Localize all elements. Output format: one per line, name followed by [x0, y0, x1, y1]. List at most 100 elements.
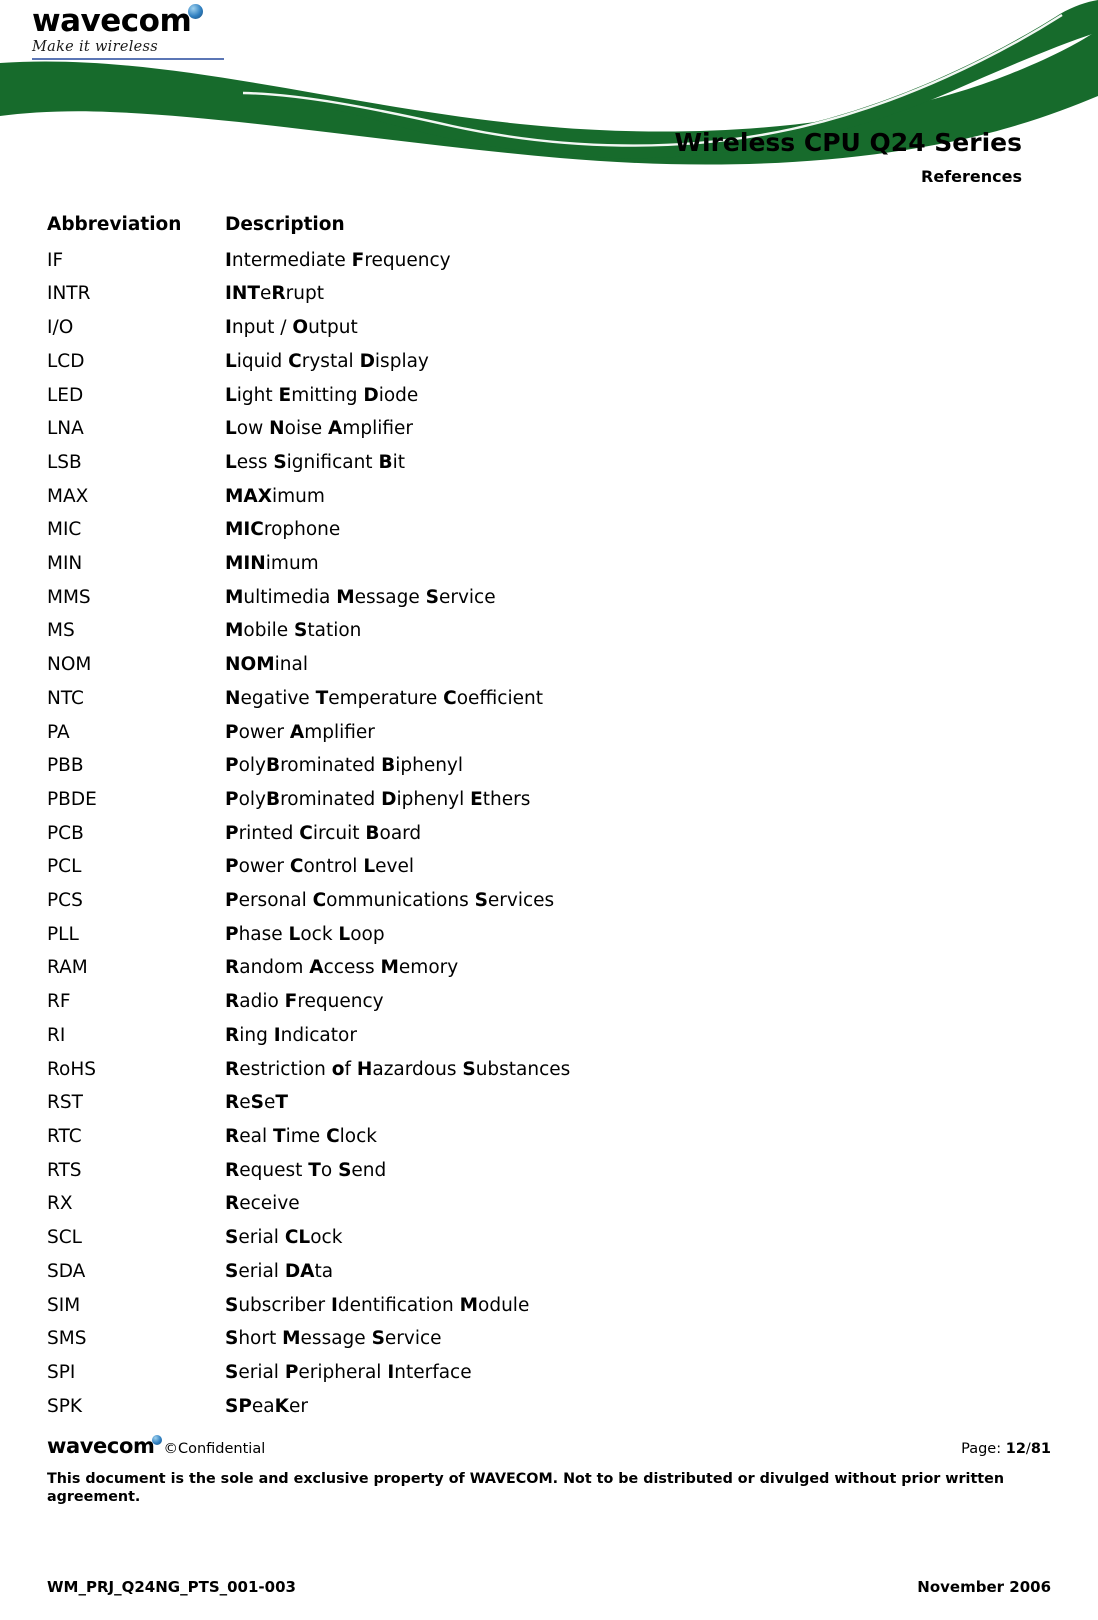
- description-cell: Ring Indicator: [225, 1024, 357, 1046]
- description-cell: INTeRrupt: [225, 283, 324, 305]
- abbreviation-cell: INTR: [47, 283, 91, 305]
- abbreviation-cell: IF: [47, 249, 64, 271]
- table-row: PBDE PolyBrominated Diphenyl Ethers: [47, 783, 1047, 817]
- description-cell: Mobile Station: [225, 620, 362, 642]
- table-row: RoHS Restriction of Hazardous Substances: [47, 1053, 1047, 1087]
- abbreviation-cell: I/O: [47, 317, 74, 339]
- abbreviations-table-body: IF Intermediate Frequency INTR INTeRrupt I/O…: [47, 244, 1047, 1424]
- page-total: 81: [1030, 1441, 1051, 1457]
- table-row: RAM Random Access Memory: [47, 951, 1047, 985]
- table-row: RTS Request To Send: [47, 1154, 1047, 1188]
- document-reference-line: WM_PRJ_Q24NG_PTS_001-003 November 2006: [47, 1578, 1051, 1596]
- description-cell: MICrophone: [225, 519, 341, 541]
- description-cell: Random Access Memory: [225, 957, 459, 979]
- wavecom-wordmark: wavecom: [32, 3, 192, 39]
- table-row: PCL Power Control Level: [47, 850, 1047, 884]
- description-cell: PolyBrominated Biphenyl: [225, 755, 464, 777]
- description-cell: Power Control Level: [225, 856, 414, 878]
- abbreviation-cell: LSB: [47, 451, 82, 473]
- table-row: INTR INTeRrupt: [47, 277, 1047, 311]
- description-cell: NOMinal: [225, 654, 308, 676]
- table-row: PA Power Amplifier: [47, 716, 1047, 750]
- column-header-description: Description: [225, 214, 345, 235]
- table-row: LNA Low Noise Amplifier: [47, 412, 1047, 446]
- description-cell: Negative Temperature Coefficient: [225, 687, 543, 709]
- description-cell: PolyBrominated Diphenyl Ethers: [225, 788, 531, 810]
- description-cell: Personal Communications Services: [225, 890, 555, 912]
- description-cell: Phase Lock Loop: [225, 923, 385, 945]
- abbreviation-cell: PCL: [47, 856, 82, 878]
- abbreviation-cell: SCL: [47, 1227, 82, 1249]
- description-cell: Restriction of Hazardous Substances: [225, 1058, 571, 1080]
- description-cell: Multimedia Message Service: [225, 586, 496, 608]
- footer-top-line: wavecom ©Confidential Page: 12/81: [47, 1434, 1051, 1458]
- abbreviations-table: Abbreviation Description IF Intermediate …: [47, 208, 1047, 1423]
- description-cell: Serial CLock: [225, 1227, 343, 1249]
- description-cell: Short Message Service: [225, 1328, 442, 1350]
- abbreviation-cell: MIN: [47, 553, 83, 575]
- table-row: PBB PolyBrominated Biphenyl: [47, 749, 1047, 783]
- description-cell: Real Time Clock: [225, 1125, 377, 1147]
- table-row: SPI Serial Peripheral Interface: [47, 1356, 1047, 1390]
- description-cell: Power Amplifier: [225, 721, 375, 743]
- document-title-block: Wireless CPU Q24 Series References: [674, 128, 1022, 186]
- table-row: MS Mobile Station: [47, 614, 1047, 648]
- table-row: MMS Multimedia Message Service: [47, 581, 1047, 615]
- footer-registered-mark-icon: [152, 1435, 163, 1445]
- abbreviation-cell: RX: [47, 1193, 73, 1215]
- abbreviation-cell: PLL: [47, 923, 79, 945]
- abbreviation-cell: SDA: [47, 1260, 86, 1282]
- table-row: LSB Less Significant Bit: [47, 446, 1047, 480]
- table-row: RTC Real Time Clock: [47, 1120, 1047, 1154]
- abbreviation-cell: RST: [47, 1092, 83, 1114]
- description-cell: MAXimum: [225, 485, 325, 507]
- abbreviation-cell: SIM: [47, 1294, 81, 1316]
- abbreviation-cell: SMS: [47, 1328, 87, 1350]
- table-row: PCB Printed Circuit Board: [47, 817, 1047, 851]
- document-date: November 2006: [917, 1578, 1051, 1596]
- wavecom-logo: wavecom Make it wireless: [32, 3, 252, 60]
- abbreviation-cell: RI: [47, 1024, 66, 1046]
- abbreviation-cell: NOM: [47, 654, 92, 676]
- page-footer: wavecom ©Confidential Page: 12/81 This do…: [47, 1434, 1051, 1507]
- table-row: RST ReSeT: [47, 1086, 1047, 1120]
- description-cell: Low Noise Amplifier: [225, 418, 413, 440]
- abbreviation-cell: MIC: [47, 519, 82, 541]
- legal-disclaimer: This document is the sole and exclusive …: [47, 1471, 1004, 1506]
- abbreviation-cell: RAM: [47, 957, 88, 979]
- table-row: SMS Short Message Service: [47, 1322, 1047, 1356]
- table-row: PCS Personal Communications Services: [47, 884, 1047, 918]
- table-row: NOM NOMinal: [47, 648, 1047, 682]
- table-row: IF Intermediate Frequency: [47, 244, 1047, 278]
- abbreviation-cell: MMS: [47, 586, 91, 608]
- abbreviation-cell: RoHS: [47, 1058, 96, 1080]
- footer-brand-block: wavecom ©Confidential: [47, 1434, 265, 1458]
- page-title: Wireless CPU Q24 Series: [674, 128, 1022, 157]
- description-cell: ReSeT: [225, 1092, 288, 1114]
- page-subtitle: References: [921, 166, 1022, 186]
- abbreviation-cell: PCB: [47, 822, 84, 844]
- description-cell: Input / Output: [225, 317, 358, 339]
- abbreviation-cell: PA: [47, 721, 70, 743]
- table-row: SCL Serial CLock: [47, 1221, 1047, 1255]
- abbreviation-cell: NTC: [47, 687, 84, 709]
- table-row: MAX MAXimum: [47, 480, 1047, 514]
- column-header-abbreviation: Abbreviation: [47, 214, 182, 235]
- table-header-row: Abbreviation Description: [47, 208, 1047, 244]
- abbreviation-cell: PBB: [47, 755, 84, 777]
- abbreviation-cell: PCS: [47, 890, 83, 912]
- abbreviation-cell: SPK: [47, 1395, 83, 1417]
- table-row: SIM Subscriber Identification Module: [47, 1289, 1047, 1323]
- description-cell: Radio Frequency: [225, 991, 384, 1013]
- description-cell: Light Emitting Diode: [225, 384, 419, 406]
- table-row: LED Light Emitting Diode: [47, 379, 1047, 413]
- abbreviation-cell: RTC: [47, 1125, 82, 1147]
- abbreviation-cell: LNA: [47, 418, 84, 440]
- abbreviation-cell: LED: [47, 384, 84, 406]
- description-cell: SPeaKer: [225, 1395, 308, 1417]
- confidential-notice: ©Confidential: [163, 1441, 266, 1457]
- abbreviation-cell: SPI: [47, 1361, 76, 1383]
- abbreviation-cell: MAX: [47, 485, 89, 507]
- page-number-block: Page: 12/81: [961, 1441, 1051, 1457]
- abbreviation-cell: RTS: [47, 1159, 82, 1181]
